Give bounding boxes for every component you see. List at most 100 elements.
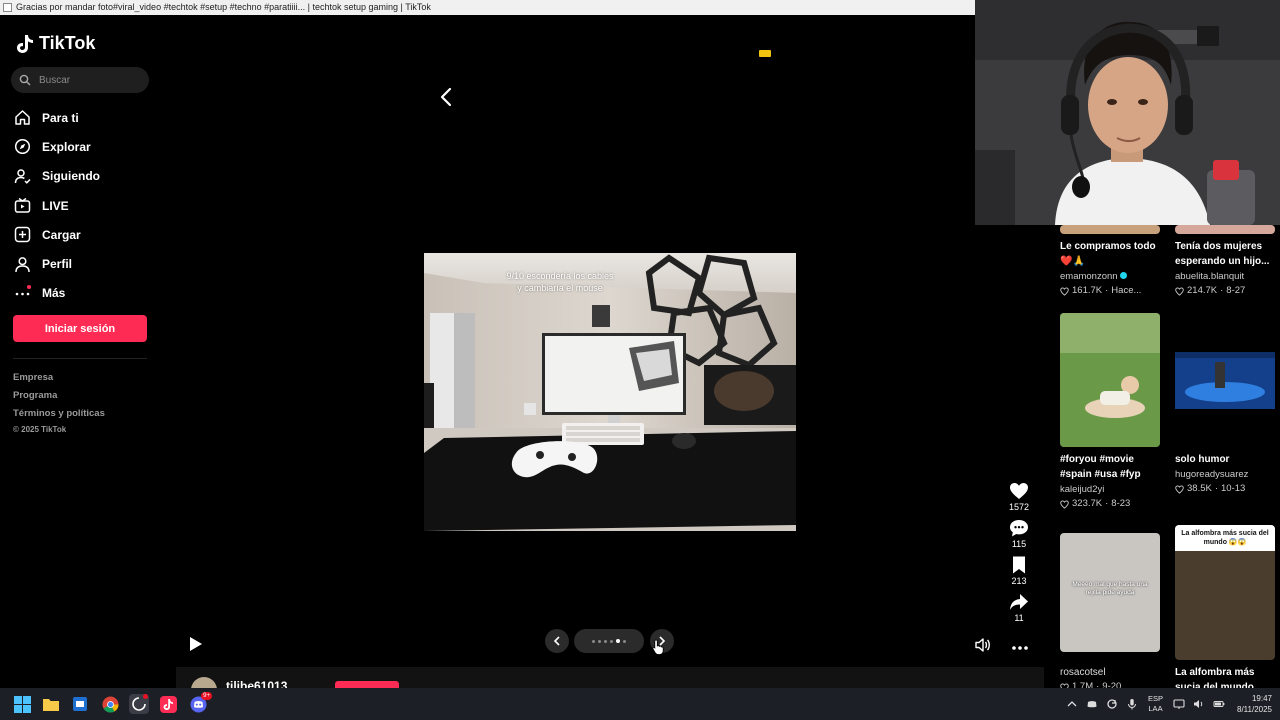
- more-options-button[interactable]: [1011, 643, 1029, 651]
- back-arrow-icon[interactable]: [438, 87, 454, 107]
- carousel-dot[interactable]: [598, 639, 601, 643]
- footer-link-programa[interactable]: Programa: [13, 387, 105, 405]
- more-horizontal-icon: [1012, 646, 1028, 650]
- system-clock[interactable]: 19:47 8/11/2025: [1237, 693, 1272, 715]
- compass-icon: [14, 139, 30, 155]
- carousel-dot[interactable]: [616, 639, 620, 643]
- sidebar-item-label: Para ti: [42, 110, 79, 125]
- video-stats: 1.7M · 9-20: [1060, 680, 1170, 688]
- video-thumbnail: [1175, 352, 1275, 409]
- related-video-card[interactable]: Tenía dos mujeres esperando un hijo... a…: [1175, 225, 1280, 298]
- tray-status-icons: [1169, 698, 1229, 710]
- page-favicon-icon: [3, 3, 12, 12]
- carousel-dot[interactable]: [604, 639, 607, 643]
- clock-date: 8/11/2025: [1237, 705, 1272, 714]
- tiktok-app: TikTok Para ti Explorar Siguiendo LIVE: [0, 15, 1044, 688]
- user-follow-icon: [14, 168, 31, 184]
- post-photo[interactable]: 9/10 escondería los cables y cambiaría e…: [424, 253, 796, 531]
- sidebar-item-perfil[interactable]: Perfil: [12, 249, 100, 278]
- volume-icon[interactable]: [975, 637, 991, 653]
- sidebar: TikTok Para ti Explorar Siguiendo LIVE: [0, 15, 160, 688]
- tray-icons: [1062, 698, 1142, 710]
- sidebar-item-siguiendo[interactable]: Siguiendo: [12, 162, 100, 191]
- sidebar-item-live[interactable]: LIVE: [12, 191, 100, 220]
- update-sync-icon[interactable]: [1106, 698, 1118, 710]
- discord-tray-icon[interactable]: [1086, 698, 1098, 710]
- taskbar-outlook[interactable]: [70, 694, 90, 714]
- like-button[interactable]: 1572: [1004, 481, 1034, 512]
- carousel-dot[interactable]: [623, 639, 626, 643]
- comment-button[interactable]: 115: [1004, 518, 1034, 549]
- view-count: 38.5K: [1187, 483, 1212, 494]
- search-icon: [19, 74, 31, 86]
- related-video-card[interactable]: La alfombra más sucia del mundo 😱😱 La al…: [1175, 525, 1280, 688]
- sidebar-item-explorar[interactable]: Explorar: [12, 132, 100, 161]
- microphone-icon[interactable]: [1126, 698, 1138, 710]
- battery-icon[interactable]: [1213, 698, 1225, 710]
- carousel-dot[interactable]: [592, 639, 595, 643]
- sidebar-divider: [13, 358, 147, 359]
- sidebar-item-para-ti[interactable]: Para ti: [12, 103, 100, 132]
- network-monitor-icon[interactable]: [1173, 698, 1185, 710]
- stat-separator: ·: [1105, 498, 1109, 509]
- clock-time: 19:47: [1251, 694, 1272, 703]
- video-thumbnail: [1175, 225, 1275, 234]
- taskbar-active-app[interactable]: [129, 694, 149, 714]
- lang-layout: LAA: [1148, 704, 1163, 713]
- sidebar-item-label: Cargar: [42, 227, 81, 242]
- windows-logo-icon: [13, 695, 31, 713]
- chevron-up-icon[interactable]: [1066, 698, 1078, 710]
- taskbar-tiktok[interactable]: [158, 694, 178, 714]
- save-button[interactable]: 213: [1004, 555, 1034, 586]
- save-count: 213: [1011, 576, 1027, 586]
- footer-copyright: © 2025 TikTok: [13, 425, 67, 434]
- sidebar-nav: Para ti Explorar Siguiendo LIVE Cargar P…: [12, 103, 100, 308]
- related-video-card[interactable]: Meeeo mal que hasta una rejilla pide ayu…: [1060, 533, 1170, 688]
- related-video-card[interactable]: solo humor hugoreadysuarez 38.5K · 10-13: [1175, 352, 1280, 496]
- search-input[interactable]: [37, 73, 141, 87]
- browser-title-bar: Gracias por mandar foto#viral_video #tec…: [0, 0, 975, 15]
- start-button[interactable]: [12, 694, 32, 714]
- carousel-prev-button[interactable]: [545, 629, 569, 653]
- upload-plus-icon: [14, 227, 30, 243]
- engagement-panel: 1572 115 213 11: [1004, 481, 1034, 629]
- search-box[interactable]: [11, 67, 149, 93]
- login-button[interactable]: Iniciar sesión: [13, 315, 147, 342]
- thumbnail-text: La alfombra más sucia del mundo 😱😱: [1175, 525, 1275, 551]
- windows-taskbar: 9+ ESP LAA 19:47 8/11/2025: [0, 688, 1280, 720]
- taskbar-chrome[interactable]: [100, 694, 120, 714]
- speaker-icon[interactable]: [1193, 698, 1205, 710]
- play-icon[interactable]: [189, 636, 203, 652]
- stat-separator: ·: [1096, 681, 1100, 688]
- video-stats: 323.7K · 8-23: [1060, 497, 1170, 511]
- sidebar-item-cargar[interactable]: Cargar: [12, 220, 100, 249]
- logo-text: TikTok: [39, 33, 96, 53]
- footer-link-terminos[interactable]: Términos y políticas: [13, 405, 105, 423]
- related-videos-panel: Le compramos todo ❤️🙏 emamonzonn 161.7K ·…: [1044, 225, 1280, 688]
- follow-button[interactable]: [335, 681, 399, 688]
- taskbar-file-explorer[interactable]: [41, 694, 61, 714]
- related-video-card[interactable]: #foryou #movie #spain #usa #fyp kaleijud…: [1060, 313, 1170, 511]
- video-title: solo humor: [1175, 454, 1230, 465]
- author-bar: tilibe61013: [176, 667, 1044, 688]
- share-button[interactable]: 11: [1004, 592, 1034, 623]
- mouse-cursor-icon: [652, 639, 664, 655]
- video-thumbnail: La alfombra más sucia del mundo 😱😱: [1175, 525, 1275, 660]
- carousel-dot[interactable]: [610, 639, 613, 643]
- system-tray: ESP LAA 19:47 8/11/2025: [1062, 688, 1272, 720]
- tiktok-logo[interactable]: TikTok: [16, 33, 95, 54]
- footer-link-empresa[interactable]: Empresa: [13, 369, 105, 387]
- author-avatar[interactable]: [191, 677, 217, 688]
- sidebar-item-mas[interactable]: Más: [12, 279, 100, 308]
- heart-outline-icon: [1175, 286, 1184, 296]
- input-language[interactable]: ESP LAA: [1148, 694, 1163, 714]
- author-name: emamonzonn: [1060, 271, 1118, 282]
- video-thumbnail: [1060, 313, 1160, 447]
- taskbar-discord[interactable]: 9+: [188, 692, 212, 714]
- webcam-person-image: [975, 0, 1280, 225]
- stat-separator: ·: [1214, 483, 1218, 494]
- sidebar-item-label: Más: [42, 286, 66, 301]
- author-username[interactable]: tilibe61013: [226, 679, 287, 688]
- related-video-card[interactable]: Le compramos todo ❤️🙏 emamonzonn 161.7K ·…: [1060, 225, 1170, 298]
- video-stats: 161.7K · Hace...: [1060, 284, 1170, 298]
